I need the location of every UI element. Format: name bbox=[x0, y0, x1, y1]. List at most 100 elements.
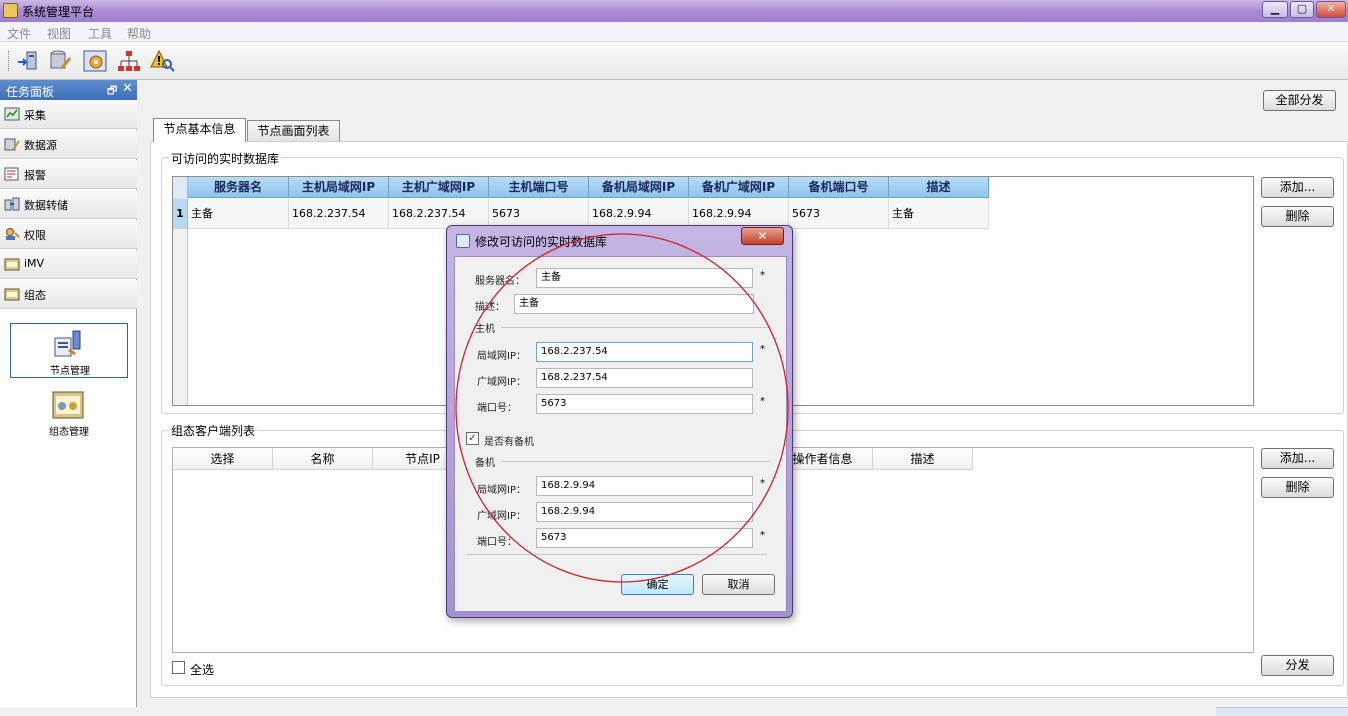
imv-icon bbox=[4, 258, 20, 271]
nav-item-alarm[interactable]: 报警 bbox=[0, 160, 137, 189]
client-group-title: 组态客户端列表 bbox=[169, 422, 258, 439]
col-header[interactable]: 备机局域网IP bbox=[589, 177, 689, 198]
toolbar-grip bbox=[8, 51, 11, 71]
backup-port-input[interactable]: 5673 bbox=[536, 528, 753, 548]
table-cell[interactable]: 主备 bbox=[889, 199, 989, 229]
ok-button[interactable]: 确定 bbox=[621, 574, 694, 595]
db-add-button[interactable]: 添加... bbox=[1261, 177, 1334, 198]
nav-item-config[interactable]: 组态 bbox=[0, 280, 137, 309]
table-cell[interactable]: 5673 bbox=[789, 199, 889, 229]
big-item-label: 组态管理 bbox=[49, 427, 89, 438]
col-header[interactable]: 备机广域网IP bbox=[689, 177, 789, 198]
permission-icon bbox=[6, 228, 20, 240]
backup-group-line bbox=[501, 461, 771, 462]
nav-item-label: 报警 bbox=[24, 169, 46, 182]
nav-item-label: iMV bbox=[24, 257, 45, 270]
col-header[interactable]: 描述 bbox=[873, 448, 973, 470]
menu-tools[interactable]: 工具 bbox=[88, 25, 112, 42]
nav-item-datasource[interactable]: 数据源 bbox=[0, 130, 137, 159]
database-tools-icon[interactable] bbox=[48, 49, 74, 73]
big-item-node-manage[interactable]: 节点管理 bbox=[10, 323, 128, 378]
connect-icon[interactable] bbox=[15, 49, 41, 73]
network-tree-icon[interactable] bbox=[116, 49, 142, 73]
alarm-icon bbox=[4, 167, 19, 181]
menu-help[interactable]: 帮助 bbox=[127, 25, 151, 42]
distribute-all-button[interactable]: 全部分发 bbox=[1263, 90, 1336, 111]
grid-corner bbox=[173, 177, 188, 199]
nav-item-collect[interactable]: 采集 bbox=[0, 100, 137, 129]
menu-file[interactable]: 文件 bbox=[7, 25, 31, 42]
nav-item-label: 采集 bbox=[24, 109, 46, 122]
tab-node-basic-info[interactable]: 节点基本信息 bbox=[153, 118, 246, 142]
client-add-button[interactable]: 添加... bbox=[1261, 448, 1334, 469]
host-wan-ip-input[interactable]: 168.2.237.54 bbox=[536, 368, 753, 388]
backup-port-label: 端口号： bbox=[477, 537, 517, 548]
host-group-line bbox=[501, 327, 771, 328]
big-item-config-manage[interactable]: 组态管理 bbox=[10, 385, 128, 441]
row-index[interactable]: 1 bbox=[173, 199, 188, 229]
col-header[interactable]: 主机端口号 bbox=[489, 177, 589, 198]
backup-lan-ip-input[interactable]: 168.2.9.94 bbox=[536, 476, 753, 496]
datasource-icon bbox=[4, 138, 20, 151]
task-panel: 任务面板 🗗 ✕ 采集 数据源 报警 数据转储 权限 iMV 组态 节点管理 组… bbox=[0, 80, 137, 707]
backup-wan-ip-input[interactable]: 168.2.9.94 bbox=[536, 502, 753, 522]
close-panel-icon[interactable]: ✕ bbox=[122, 81, 133, 96]
menu-view[interactable]: 视图 bbox=[47, 25, 71, 42]
col-header[interactable]: 主机局域网IP bbox=[289, 177, 389, 198]
nav-item-data-dump[interactable]: 数据转储 bbox=[0, 190, 137, 219]
settings-gear-icon[interactable] bbox=[82, 49, 108, 73]
node-manage-icon bbox=[54, 330, 81, 357]
nav-item-label: 权限 bbox=[24, 229, 46, 242]
data-dump-icon bbox=[4, 197, 20, 211]
app-icon bbox=[3, 3, 18, 18]
col-header[interactable]: 主机广域网IP bbox=[389, 177, 489, 198]
close-window-button[interactable]: ✕ bbox=[1316, 1, 1346, 18]
alert-search-icon[interactable] bbox=[150, 49, 176, 73]
has-backup-checkbox[interactable]: ✓ bbox=[466, 432, 479, 445]
pin-icon[interactable]: 🗗 bbox=[107, 82, 117, 101]
edit-database-dialog: 修改可访问的实时数据库 ✕ 服务器名： 主备 * 描述： 主备 主机 局域网IP… bbox=[446, 225, 793, 618]
backup-lan-label: 局域网IP： bbox=[477, 485, 526, 496]
select-all-checkbox[interactable] bbox=[172, 661, 185, 674]
select-all-label: 全选 bbox=[190, 663, 215, 677]
host-lan-ip-input[interactable]: 168.2.237.54 bbox=[536, 342, 753, 362]
server-name-label: 服务器名： bbox=[475, 276, 525, 287]
table-cell[interactable]: 168.2.237.54 bbox=[289, 199, 389, 229]
dialog-close-button[interactable]: ✕ bbox=[741, 227, 784, 245]
distribute-button[interactable]: 分发 bbox=[1261, 655, 1334, 676]
host-port-input[interactable]: 5673 bbox=[536, 394, 753, 414]
dialog-app-icon bbox=[456, 234, 470, 248]
col-header[interactable]: 备机端口号 bbox=[789, 177, 889, 198]
cancel-button[interactable]: 取消 bbox=[702, 574, 775, 595]
config-manage-icon bbox=[52, 391, 84, 419]
nav-item-permission[interactable]: 权限 bbox=[0, 220, 137, 249]
server-name-input[interactable]: 主备 bbox=[536, 268, 753, 288]
dialog-title: 修改可访问的实时数据库 bbox=[475, 235, 608, 249]
col-header[interactable]: 服务器名 bbox=[188, 177, 289, 198]
description-label: 描述： bbox=[475, 302, 505, 313]
required-marker: * bbox=[760, 396, 765, 407]
tab-node-screen-list[interactable]: 节点画面列表 bbox=[247, 120, 340, 142]
col-header[interactable]: 描述 bbox=[889, 177, 989, 198]
col-header[interactable]: 名称 bbox=[273, 448, 373, 470]
client-delete-button[interactable]: 删除 bbox=[1261, 477, 1334, 498]
system-tray bbox=[1216, 707, 1348, 716]
task-panel-header: 任务面板 🗗 ✕ bbox=[0, 80, 137, 100]
collect-icon bbox=[4, 107, 20, 121]
nav-item-imv[interactable]: iMV bbox=[0, 250, 137, 279]
host-port-label: 端口号： bbox=[477, 403, 517, 414]
nav-item-label: 组态 bbox=[24, 289, 46, 302]
toolbar bbox=[0, 42, 1348, 80]
dialog-body: 服务器名： 主备 * 描述： 主备 主机 局域网IP： 168.2.237.54… bbox=[454, 256, 787, 612]
db-delete-button[interactable]: 删除 bbox=[1261, 206, 1334, 227]
host-wan-label: 广域网IP： bbox=[477, 377, 526, 388]
col-header[interactable]: 选择 bbox=[173, 448, 273, 470]
table-cell[interactable]: 主备 bbox=[188, 199, 289, 229]
window-title: 系统管理平台 bbox=[22, 5, 95, 19]
minimize-button[interactable]: ▁ bbox=[1262, 1, 1288, 18]
menu-bar: 文件 视图 工具 帮助 bbox=[0, 22, 1348, 42]
backup-wan-label: 广域网IP： bbox=[477, 511, 526, 522]
required-marker: * bbox=[760, 270, 765, 281]
description-input[interactable]: 主备 bbox=[514, 294, 754, 314]
maximize-button[interactable]: ▢ bbox=[1290, 1, 1314, 18]
